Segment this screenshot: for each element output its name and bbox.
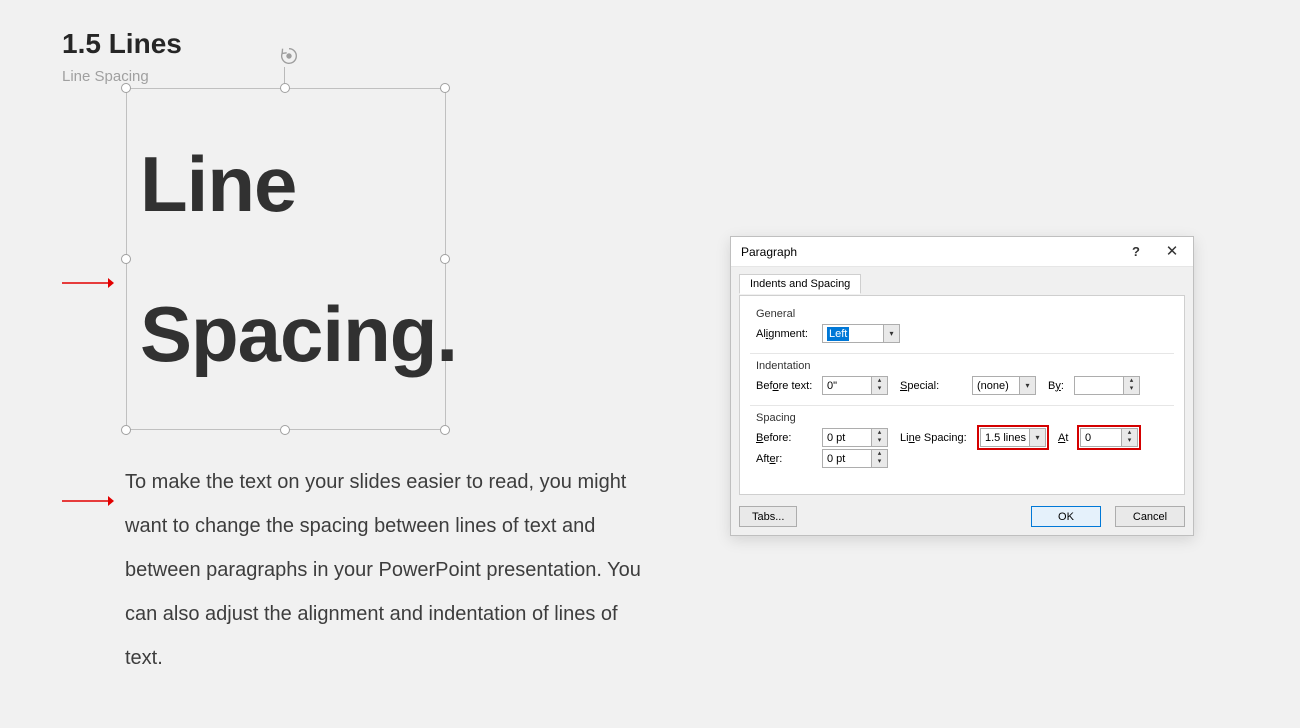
paragraph-dialog: Paragraph ? ✕ Indents and Spacing Genera… [730,236,1194,536]
line-spacing-value: 1.5 lines [985,432,1026,444]
chevron-down-icon[interactable]: ▾ [1019,377,1035,394]
by-label: By: [1048,380,1068,392]
rotation-handle-icon[interactable] [278,45,300,67]
before-text-spinner[interactable]: 0" ▴▾ [822,376,888,395]
special-value: (none) [977,380,1009,392]
textbox-line2: Spacing. [140,290,440,380]
at-spinner[interactable]: 0 ▴▾ [1080,428,1138,447]
selection-handle-top-right[interactable] [440,83,450,93]
textbox-content[interactable]: Line Spacing. [140,140,440,379]
description-text: To make the text on your slides easier t… [125,460,655,680]
group-label-general: General [756,308,1174,320]
alignment-label: Alignment: [756,328,816,340]
close-button[interactable]: ✕ [1155,237,1189,267]
at-label: At [1058,432,1074,444]
page-subtitle: Line Spacing [62,68,149,85]
cancel-button[interactable]: Cancel [1115,506,1185,527]
ok-button[interactable]: OK [1031,506,1101,527]
selection-handle-top-left[interactable] [121,83,131,93]
selection-handle-top-mid[interactable] [280,83,290,93]
line-spacing-combo[interactable]: 1.5 lines ▾ [980,428,1046,447]
group-label-spacing: Spacing [756,412,1174,424]
spacing-before-spinner[interactable]: 0 pt ▴▾ [822,428,888,447]
arrow-icon [62,494,114,508]
spacing-before-value: 0 pt [827,432,871,444]
spacing-after-label: After: [756,453,816,465]
line-spacing-label: Line Spacing: [900,432,974,444]
dialog-titlebar[interactable]: Paragraph ? ✕ [731,237,1193,267]
dialog-panel: General Alignment: Left ▾ Indentation Be… [739,295,1185,495]
selection-handle-mid-right[interactable] [440,254,450,264]
alignment-combo[interactable]: Left ▾ [822,324,900,343]
selection-handle-bot-left[interactable] [121,425,131,435]
special-label: Special: [900,380,946,392]
chevron-down-icon[interactable]: ▾ [883,325,899,342]
before-text-value: 0" [827,380,871,392]
spacing-before-label: Before: [756,432,816,444]
help-button[interactable]: ? [1119,237,1153,267]
special-combo[interactable]: (none) ▾ [972,376,1036,395]
by-spinner[interactable]: ▴▾ [1074,376,1140,395]
selection-handle-bot-mid[interactable] [280,425,290,435]
group-label-indentation: Indentation [756,360,1174,372]
spacing-after-spinner[interactable]: 0 pt ▴▾ [822,449,888,468]
before-text-label: Before text: [756,380,816,392]
alignment-value: Left [827,327,849,341]
at-value: 0 [1085,432,1121,444]
page-title: 1.5 Lines [62,28,182,60]
spacing-after-value: 0 pt [827,453,871,465]
chevron-down-icon[interactable]: ▾ [1029,429,1045,446]
textbox-line1: Line [140,140,440,230]
selection-handle-mid-left[interactable] [121,254,131,264]
arrow-icon [62,276,114,290]
selection-handle-bot-right[interactable] [440,425,450,435]
tab-indents-spacing[interactable]: Indents and Spacing [739,274,861,294]
dialog-title: Paragraph [741,245,797,259]
tabs-button[interactable]: Tabs... [739,506,797,527]
